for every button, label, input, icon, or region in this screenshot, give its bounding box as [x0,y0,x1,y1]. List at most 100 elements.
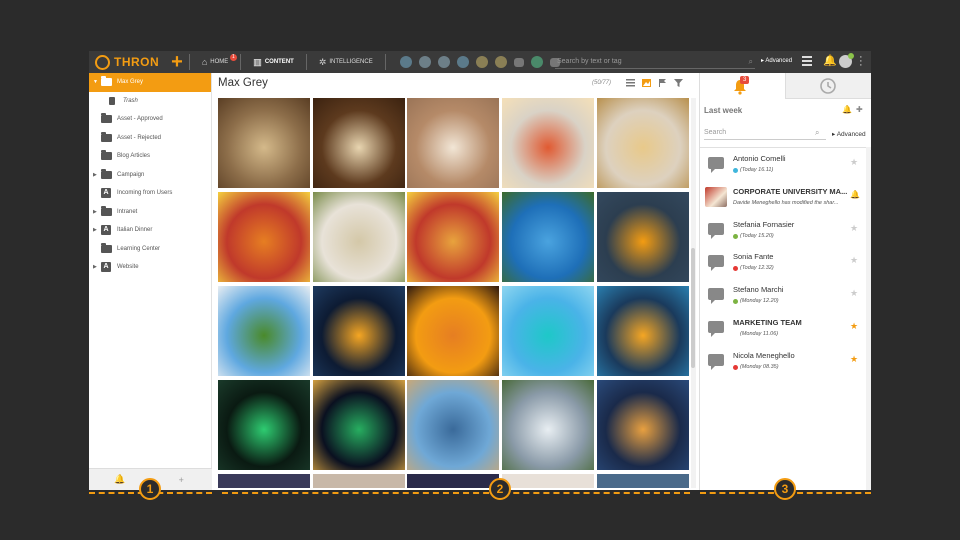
activity-item[interactable]: Stefano Marchi (Monday 12.20) ★ [700,279,866,312]
sidebar-folder-item[interactable]: ▼ Max Grey [89,73,211,92]
asset-thumbnail[interactable] [502,474,594,488]
asset-thumbnail[interactable] [407,380,499,470]
nav-content[interactable]: ▥ CONTENT [247,51,300,73]
status-dot [733,331,738,337]
filter-icon[interactable] [674,79,683,87]
tab-notifications[interactable]: 3 [700,73,786,99]
caret-right-icon[interactable]: ▶ [93,209,97,215]
sidebar-folder-item[interactable]: Asset - Rejected [89,129,211,148]
tool-icon-2[interactable] [418,56,431,68]
folder-label: Asset - Rejected [117,134,162,141]
asset-thumbnail[interactable] [407,192,499,282]
nav-intelligence[interactable]: ✲ INTELLIGENCE [313,51,379,73]
tool-icon-7[interactable] [513,57,524,67]
star-icon[interactable]: ★ [850,321,858,332]
star-icon[interactable]: ★ [850,157,858,168]
asset-thumbnail[interactable] [218,380,310,470]
activity-item[interactable]: MARKETING TEAM (Monday 11.06) ★ [700,312,866,345]
folder-icon [101,242,112,253]
brand-logo[interactable]: THRON [89,51,159,73]
activity-item[interactable]: Nicola Meneghello (Monday 08.35) ★ [700,345,866,378]
asset-thumbnail[interactable] [218,474,310,488]
sidebar-folder-item[interactable]: Trash [89,92,211,111]
tool-icon-8[interactable] [530,56,543,68]
asset-thumbnail[interactable] [313,286,405,376]
mute-bell-icon[interactable]: 🔔 [842,105,852,114]
asset-thumbnail[interactable] [502,98,594,188]
notifications-count-badge: 3 [740,76,750,84]
list-view-icon[interactable] [626,79,635,87]
content-scrollbar[interactable] [691,98,696,488]
asset-thumbnail[interactable] [218,192,310,282]
nav-intelligence-label: INTELLIGENCE [329,59,373,65]
search-icon[interactable]: ⌕ [749,55,753,69]
asset-thumbnail[interactable] [407,286,499,376]
sidebar-folder-item[interactable]: ▶ A Website [89,258,211,277]
asset-thumbnail[interactable] [313,474,405,488]
asset-thumbnail[interactable] [597,192,689,282]
sidebar-folder-item[interactable]: ▶ Intranet [89,203,211,222]
add-content-button[interactable]: + [171,51,183,73]
tool-icon-3[interactable] [437,56,450,68]
logo-ring-icon [95,54,110,70]
divider [188,54,190,70]
asset-thumbnail[interactable] [597,286,689,376]
activity-item[interactable]: CORPORATE UNIVERSITY MA... Davide Meneghe… [700,181,866,214]
asset-thumbnail[interactable] [597,474,689,488]
tab-history[interactable] [786,73,871,99]
activity-search-input[interactable]: Search [704,126,826,140]
activity-advanced-link[interactable]: ▸ Advanced [832,130,866,138]
sidebar-folder-item[interactable]: A Incoming from Users [89,184,211,203]
asset-thumbnail[interactable] [407,474,499,488]
asset-thumbnail[interactable] [597,98,689,188]
asset-thumbnail[interactable] [502,286,594,376]
folder-icon [101,150,112,161]
star-icon[interactable]: ★ [850,255,858,266]
menu-icon[interactable] [802,56,812,68]
sidebar-folder-item[interactable]: Blog Articles [89,147,211,166]
bell-icon[interactable]: 🔔 [850,190,860,199]
caret-right-icon[interactable]: ▶ [93,227,97,233]
star-icon[interactable]: ★ [850,288,858,299]
asset-thumbnail[interactable] [218,286,310,376]
advanced-search-link[interactable]: ▸ Advanced [761,57,792,64]
asset-thumbnail[interactable] [313,380,405,470]
more-options-icon[interactable]: · · · [859,52,863,71]
tool-icon-1[interactable] [399,56,412,68]
activity-scrollbar[interactable] [866,147,871,490]
sidebar-folder-item[interactable]: ▶ A Italian Dinner [89,221,211,240]
asset-thumbnail[interactable] [502,380,594,470]
asset-thumbnail[interactable] [313,98,405,188]
caret-down-icon[interactable]: ▼ [93,79,98,85]
caret-right-icon[interactable]: ▶ [93,172,97,178]
activity-item[interactable]: Antonio Comelli (Today 16.11) ★ [700,148,866,181]
asset-thumbnail[interactable] [597,380,689,470]
asset-thumbnail[interactable] [407,98,499,188]
tool-icon-5[interactable] [475,56,488,68]
activity-item[interactable]: Stefania Fornasier (Today 15.20) ★ [700,214,866,247]
image-view-icon[interactable] [642,79,651,87]
caret-right-icon[interactable]: ▶ [93,264,97,270]
notifications-bell-icon[interactable]: 🔔 [823,54,837,67]
sidebar-folder-item[interactable]: Learning Center [89,240,211,259]
sidebar-folder-item[interactable]: ▶ Campaign [89,166,211,185]
tool-icon-4[interactable] [456,56,469,68]
new-message-icon[interactable]: ✚ [856,105,863,114]
activity-description: Davide Meneghello has modified the shar.… [733,199,839,206]
asset-thumbnail[interactable] [218,98,310,188]
sidebar-folder-item[interactable]: Asset - Approved [89,110,211,129]
global-search-placeholder: Search by text or tag [557,58,622,65]
star-icon[interactable]: ★ [850,354,858,365]
asset-thumbnail[interactable] [313,192,405,282]
activity-item[interactable]: Sonia Fante (Today 12.32) ★ [700,246,866,279]
nav-home[interactable]: ⌂ HOME 1 [196,51,237,73]
home-icon: ⌂ [201,57,208,67]
asset-thumbnail[interactable] [502,192,594,282]
folder-icon [101,131,112,142]
folder-label: Blog Articles [117,153,151,160]
search-icon[interactable]: ⌕ [815,128,819,138]
tool-icon-6[interactable] [494,56,507,68]
flag-icon[interactable] [658,79,667,87]
global-search-input[interactable]: Search by text or tag ⌕ [555,55,755,69]
star-icon[interactable]: ★ [850,223,858,234]
